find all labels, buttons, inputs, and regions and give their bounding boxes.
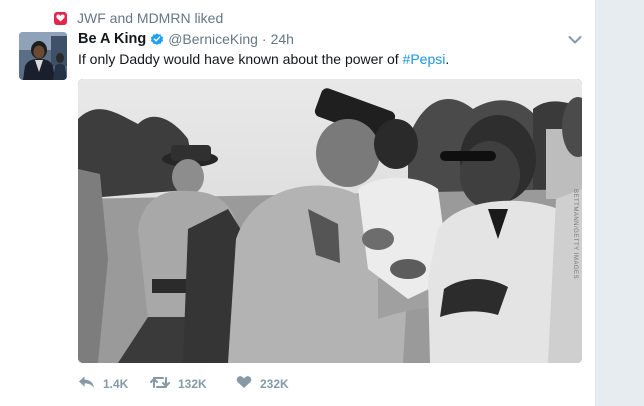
tweet-text-body: If only Daddy would have known about the…: [78, 51, 403, 67]
timestamp[interactable]: 24h: [271, 31, 294, 47]
heart-icon: [54, 11, 67, 25]
reply-count: 1.4K: [103, 376, 129, 391]
user-name[interactable]: Be A King: [78, 31, 146, 47]
like-button[interactable]: 232K: [236, 375, 316, 392]
avatar[interactable]: [19, 32, 67, 80]
reply-icon: [78, 375, 95, 392]
context-text[interactable]: JWF and MDMRN liked: [77, 10, 223, 26]
retweet-count: 132K: [178, 376, 207, 391]
tweet-text-end: .: [445, 51, 450, 67]
chevron-down-icon[interactable]: [568, 32, 584, 44]
tweet-card[interactable]: JWF and MDMRN liked Be A King @BerniceKi…: [0, 0, 596, 406]
user-handle[interactable]: @BerniceKing: [168, 31, 258, 47]
hashtag-link[interactable]: #Pepsi: [403, 51, 446, 67]
tweet-actions: 1.4K 132K 232K: [78, 375, 316, 392]
social-context: JWF and MDMRN liked: [54, 10, 223, 26]
tweet-header: Be A King @BerniceKing · 24h: [78, 31, 294, 47]
tweet-photo[interactable]: BETTMANN/GETTY IMAGES: [78, 79, 582, 363]
tweet-text: If only Daddy would have known about the…: [78, 51, 449, 67]
reply-button[interactable]: 1.4K: [78, 375, 150, 392]
retweet-icon: [150, 376, 170, 392]
like-count: 232K: [260, 376, 289, 391]
retweet-button[interactable]: 132K: [150, 376, 236, 392]
heart-outline-icon: [236, 375, 252, 392]
verified-badge-icon: [150, 32, 164, 46]
photo-watermark: BETTMANN/GETTY IMAGES: [572, 189, 578, 280]
separator-dot: ·: [261, 31, 267, 47]
